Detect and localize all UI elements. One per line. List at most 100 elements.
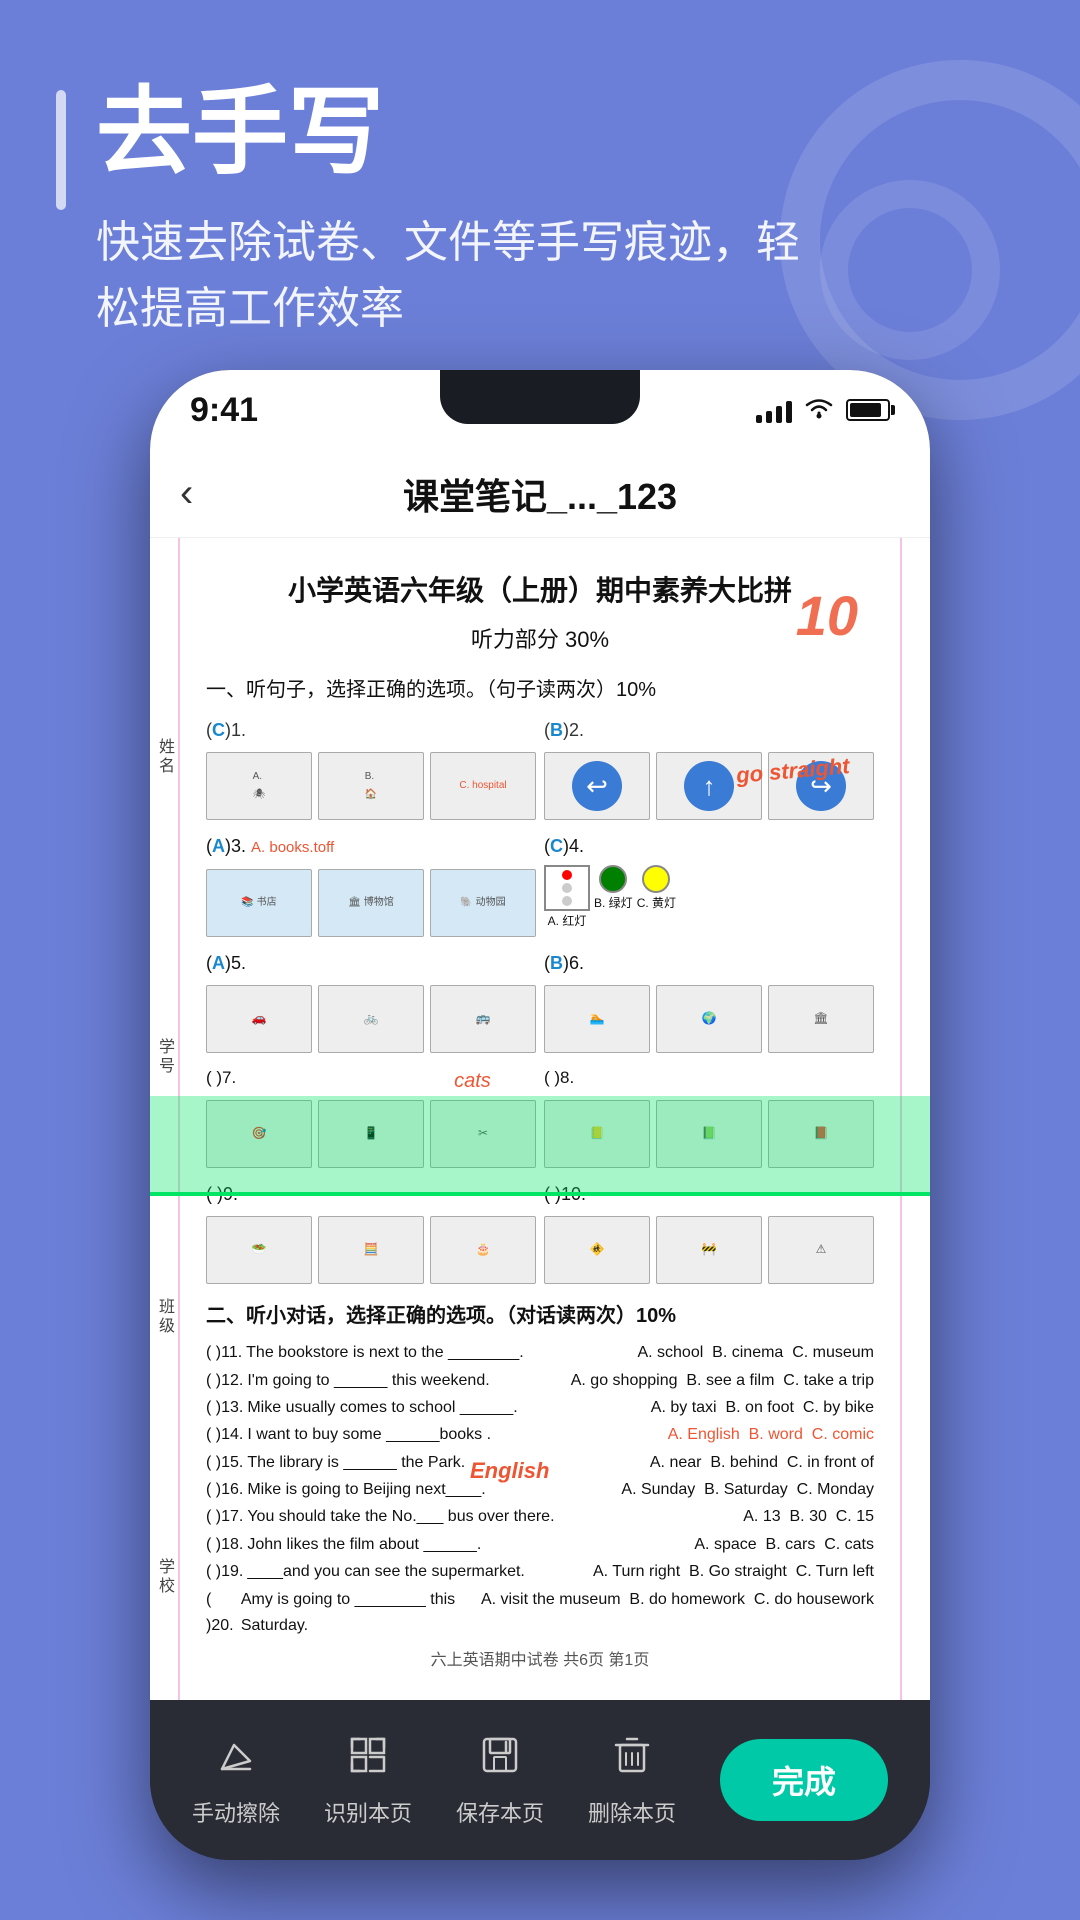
q15-opts: A. near B. behind C. in front of <box>650 1450 874 1476</box>
q15-num: ( )15. <box>206 1450 243 1476</box>
delete-page-button[interactable]: 删除本页 <box>588 1733 676 1828</box>
q4-block: (C)4. A. 红灯 <box>544 830 874 942</box>
q14-opts: A. English B. word C. comic <box>668 1422 874 1448</box>
bottom-toolbar: 手动擦除 识别本页 <box>150 1700 930 1860</box>
q3-block: (A)3. A. books.toff 📚 书店 🏛 博物馆 🐘 动物园 <box>206 830 536 942</box>
recognize-page-button[interactable]: 识别本页 <box>324 1733 412 1828</box>
recognize-icon <box>346 1733 390 1788</box>
q14-text: I want to buy some ______books . <box>247 1422 491 1448</box>
q16-num: ( )16. <box>206 1477 243 1503</box>
q12-opts: A. go shopping B. see a film C. take a t… <box>571 1368 874 1394</box>
pic-cell: A.🕷 <box>206 752 312 820</box>
q20-text: Amy is going to ________ this Saturday. <box>241 1587 477 1640</box>
doc-section1: 一、听句子，选择正确的选项。（句子读两次）10% <box>206 672 874 708</box>
q18-text: John likes the film about ______. <box>247 1532 481 1558</box>
q17-opts: A. 13 B. 30 C. 15 <box>743 1504 874 1530</box>
q5-pics: 🚗 🚲 🚌 <box>206 985 536 1053</box>
wifi-icon <box>804 394 834 426</box>
q4-label: (C)4. <box>544 830 874 862</box>
pic-cell: 🚲 <box>318 985 424 1053</box>
q2-label: (B)2. <box>544 714 874 746</box>
phone-mockup: 9:41 <box>150 370 930 1860</box>
scan-line <box>150 1192 930 1196</box>
q6-pics: 🏊 🌍 🏛 <box>544 985 874 1053</box>
erase-icon <box>214 1733 258 1788</box>
q13-row: ( )13. Mike usually comes to school ____… <box>206 1395 874 1421</box>
pic-cell: C. hospital <box>430 752 536 820</box>
q19-num: ( )19. <box>206 1559 243 1585</box>
pic-cell: 🏊 <box>544 985 650 1053</box>
q1-label: (C)1. <box>206 714 536 746</box>
q1-block: (C)1. A.🕷 B.🏠 C. hospital <box>206 714 536 826</box>
q4-a: A. 红灯 <box>544 865 590 933</box>
side-label-name: 姓名 <box>152 738 176 776</box>
promo-accent-bar <box>56 90 66 210</box>
handwriting-english: English <box>470 1458 549 1484</box>
pic-cell: 🚗 <box>206 985 312 1053</box>
pic-cell: B.🏠 <box>318 752 424 820</box>
q10-pics: 🚸 🚧 ⚠ <box>544 1216 874 1284</box>
q11-opts: A. school B. cinema C. museum <box>637 1340 874 1366</box>
save-page-button[interactable]: 保存本页 <box>456 1733 544 1828</box>
pic-cell: 🏛 博物馆 <box>318 869 424 937</box>
q18-opts: A. space B. cars C. cats <box>694 1532 874 1558</box>
pic-cell: 🚧 <box>656 1216 762 1284</box>
doc-subtitle: 听力部分 30% <box>206 620 874 660</box>
q3-pics: 📚 书店 🏛 博物馆 🐘 动物园 <box>206 869 536 937</box>
promo-circle2-deco <box>820 180 1000 360</box>
phone-notch <box>440 370 640 424</box>
doc-section2: 二、听小对话，选择正确的选项。（对话读两次）10% <box>206 1298 874 1334</box>
save-page-label: 保存本页 <box>456 1796 544 1828</box>
q11-num: ( )11. <box>206 1340 242 1366</box>
handwriting-cats: cats <box>454 1063 491 1099</box>
q19-opts: A. Turn right B. Go straight C. Turn lef… <box>593 1559 874 1585</box>
q17-num: ( )17. <box>206 1504 243 1530</box>
q18-num: ( )18. <box>206 1532 243 1558</box>
q17-row: ( )17. You should take the No.___ bus ov… <box>206 1504 874 1530</box>
q19-text: ____and you can see the supermarket. <box>247 1559 525 1585</box>
q6-label: (B)6. <box>544 947 874 979</box>
back-button[interactable]: ‹ <box>180 471 193 516</box>
handwriting-score: 10 <box>796 566 858 667</box>
side-label-school: 学校 <box>152 1558 176 1596</box>
pic-cell: 🏛 <box>768 985 874 1053</box>
q16-opts: A. Sunday B. Saturday C. Monday <box>621 1477 874 1503</box>
content-area: 姓名 学号 班级 学校 小学英语六年级（上册）期中素养大比拼 10 听力部分 3… <box>150 538 930 1700</box>
q20-row: ( )20. Amy is going to ________ this Sat… <box>206 1587 874 1640</box>
q9-pics: 🥗 🧮 🎂 <box>206 1216 536 1284</box>
pic-cell: 🚌 <box>430 985 536 1053</box>
q12-row: ( )12. I'm going to ______ this weekend.… <box>206 1368 874 1394</box>
q4-b: B. 绿灯 <box>594 865 633 933</box>
q11-text: The bookstore is next to the ________. <box>246 1340 524 1366</box>
pic-cell: 🐘 动物园 <box>430 869 536 937</box>
q14-row: ( )14. I want to buy some ______books . … <box>206 1422 874 1448</box>
side-label-class: 班级 <box>152 1298 176 1336</box>
q18-row: ( )18. John likes the film about ______.… <box>206 1532 874 1558</box>
nav-title: 课堂笔记_..._123 <box>403 468 677 520</box>
pic-cell: 🎂 <box>430 1216 536 1284</box>
signal-icon <box>756 397 792 423</box>
q6-block: (B)6. 🏊 🌍 🏛 <box>544 947 874 1059</box>
pic-cell: 🥗 <box>206 1216 312 1284</box>
q12-text: I'm going to ______ this weekend. <box>247 1368 489 1394</box>
phone-outer: 9:41 <box>150 370 930 1860</box>
doc-title: 小学英语六年级（上册）期中素养大比拼 <box>206 566 874 616</box>
recognize-page-label: 识别本页 <box>324 1796 412 1828</box>
q16-text: Mike is going to Beijing next____. <box>247 1477 485 1503</box>
q11-row: ( )11. The bookstore is next to the ____… <box>206 1340 874 1366</box>
q20-num: ( )20. <box>206 1587 237 1640</box>
done-button[interactable]: 完成 <box>720 1739 888 1821</box>
manual-erase-button[interactable]: 手动擦除 <box>192 1733 280 1828</box>
pic-cell: 🌍 <box>656 985 762 1053</box>
manual-erase-label: 手动擦除 <box>192 1796 280 1828</box>
q3-4-row: (A)3. A. books.toff 📚 书店 🏛 博物馆 🐘 动物园 (C)… <box>206 830 874 942</box>
q12-num: ( )12. <box>206 1368 243 1394</box>
document-image: 姓名 学号 班级 学校 小学英语六年级（上册）期中素养大比拼 10 听力部分 3… <box>150 538 930 1700</box>
pic-cell: 🧮 <box>318 1216 424 1284</box>
delete-icon <box>610 1733 654 1788</box>
q5-6-row: (A)5. 🚗 🚲 🚌 (B)6. 🏊 🌍 <box>206 947 874 1059</box>
doc-footer: 六上英语期中试卷 共6页 第1页 <box>206 1647 874 1676</box>
q5-label: (A)5. <box>206 947 536 979</box>
promo-area: 去手写 快速去除试卷、文件等手写痕迹，轻松提高工作效率 <box>0 0 1080 420</box>
dialog-questions: ( )11. The bookstore is next to the ____… <box>206 1340 874 1639</box>
